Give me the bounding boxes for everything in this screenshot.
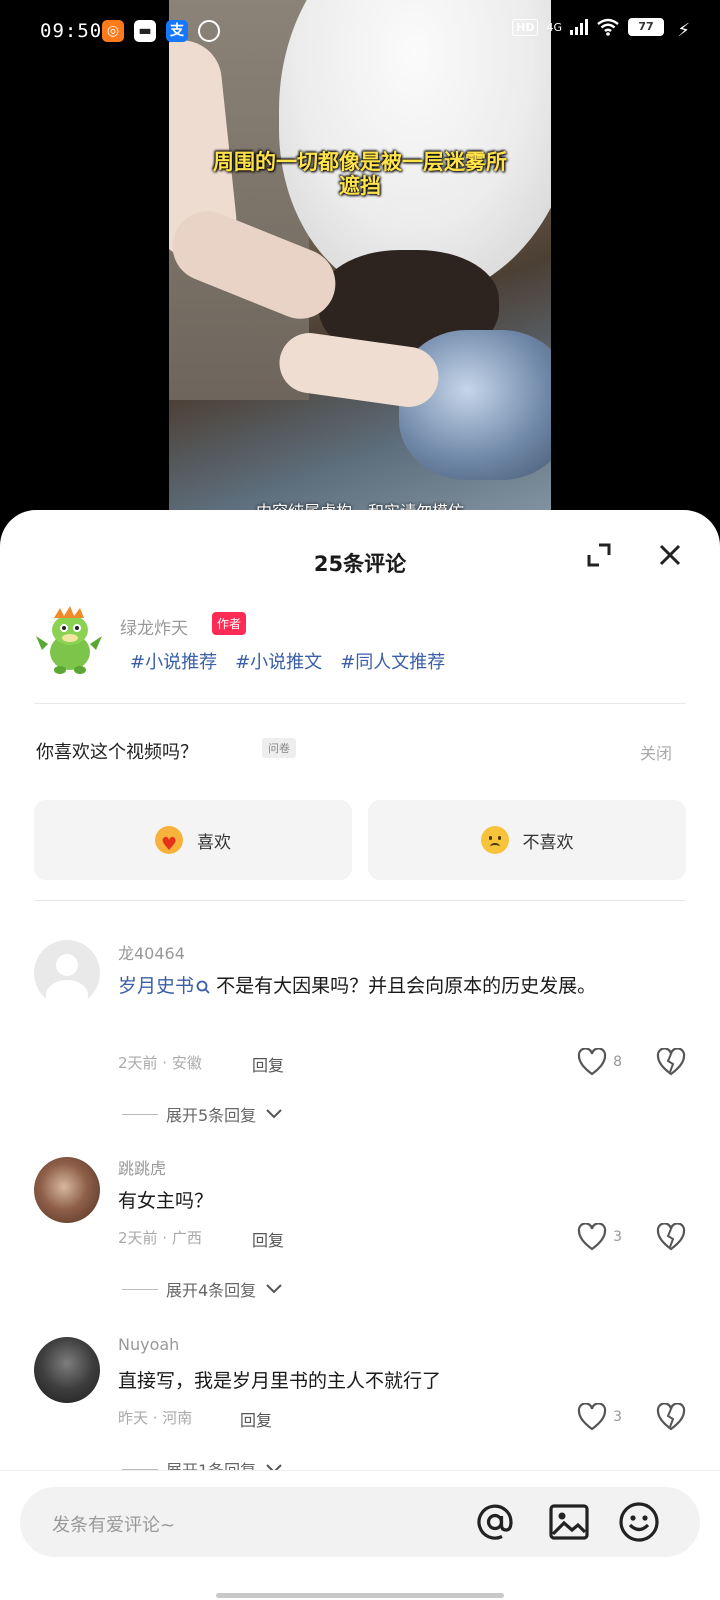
like-button[interactable]: 3 (577, 1223, 622, 1251)
comment-input-placeholder: 发条有爱评论~ (52, 1515, 176, 1536)
search-icon[interactable] (196, 980, 210, 994)
home-indicator[interactable] (216, 1593, 504, 1598)
comment-body: 有女主吗？ (118, 1190, 214, 1212)
comment-item: 龙40464 岁月史书 不是有大因果吗？并且会向原本的历史发展。 2天前 · 安… (34, 940, 686, 1125)
image-icon[interactable] (546, 1499, 592, 1545)
author-post: 绿龙炸天 作者 #小说推荐 #小说推文 #同人文推荐 (34, 600, 686, 700)
comment-meta: 2天前 · 安徽 (118, 1054, 202, 1072)
survey-like-button[interactable]: 喜欢 (34, 800, 352, 880)
broken-heart-icon[interactable] (656, 1223, 686, 1251)
comment-text: 岁月史书 不是有大因果吗？并且会向原本的历史发展。 (118, 966, 680, 1006)
divider-line (122, 1113, 158, 1115)
comment-body: 直接写，我是岁月里书的主人不就行了 (118, 1370, 442, 1392)
broken-heart-icon[interactable] (656, 1403, 686, 1431)
comment-item: 跳跳虎 有女主吗？ 2天前 · 广西 回复 3 展开4条回复 (34, 1155, 686, 1305)
hashtag-link[interactable]: #同人文推荐 (340, 648, 445, 674)
divider-line (122, 1288, 158, 1290)
at-icon[interactable] (472, 1499, 518, 1545)
comment-input-bar: 发条有爱评论~ (0, 1470, 720, 1600)
comment-body: 不是有大因果吗？并且会向原本的历史发展。 (216, 975, 597, 997)
video-caption: 周围的一切都像是被一层迷雾所遮挡 (213, 150, 507, 198)
comment-username[interactable]: 跳跳虎 (118, 1155, 166, 1179)
love-emoji-icon (155, 826, 183, 855)
survey-dislike-button[interactable]: 不喜欢 (368, 800, 686, 880)
survey-dislike-label: 不喜欢 (522, 832, 574, 853)
survey-like-label: 喜欢 (197, 832, 231, 853)
divider (34, 703, 686, 704)
hashtag-list: #小说推荐 #小说推文 #同人文推荐 (130, 648, 445, 674)
avatar[interactable] (34, 1157, 100, 1223)
author-name[interactable]: 绿龙炸天 (120, 614, 188, 639)
like-count: 3 (613, 1229, 622, 1245)
alipay-notification-icon: 支 (166, 20, 188, 42)
heart-icon (577, 1403, 607, 1431)
hashtag-link[interactable]: #小说推文 (235, 648, 322, 674)
like-count: 8 (613, 1054, 622, 1070)
survey-close-button[interactable]: 关闭 (640, 740, 672, 764)
network-label: 4G (546, 20, 562, 34)
video-frame[interactable]: 周围的一切都像是被一层迷雾所遮挡 内容纯属虚构，和实请勿模仿 (169, 0, 551, 520)
app-notification-icon: ◎ (102, 20, 124, 42)
chevron-down-icon (266, 1109, 282, 1119)
message-notification-icon: ▬ (134, 20, 156, 42)
reply-button[interactable]: 回复 (240, 1407, 272, 1431)
status-indicators: HD 4G 77 (512, 18, 664, 36)
close-icon[interactable] (655, 540, 685, 570)
expand-replies-button[interactable]: 展开4条回复 (122, 1277, 284, 1301)
mention-link[interactable]: 岁月史书 (118, 975, 194, 997)
comment-item: Nuyoah 直接写，我是岁月里书的主人不就行了 昨天 · 河南 回复 3 展开… (34, 1335, 686, 1485)
expand-replies-label: 展开4条回复 (166, 1281, 257, 1300)
expand-icon[interactable] (584, 540, 614, 570)
notification-icons: ◎ ▬ 支 (102, 20, 220, 42)
avatar[interactable] (34, 1337, 100, 1403)
comments-sheet: 25条评论 绿龙炸天 作者 #小说推荐 #小说推文 #同人文推荐 你喜欢这个视频… (0, 510, 720, 1600)
avatar[interactable] (34, 940, 100, 1006)
app-notification-icon (198, 20, 220, 42)
broken-heart-icon[interactable] (656, 1048, 686, 1076)
battery-icon: 77 (628, 18, 664, 36)
like-button[interactable]: 8 (577, 1048, 622, 1076)
divider (34, 900, 686, 901)
comment-input[interactable]: 发条有爱评论~ (20, 1487, 700, 1557)
comment-username[interactable]: Nuyoah (118, 1335, 179, 1354)
dragon-avatar[interactable] (34, 604, 104, 676)
video-player[interactable]: 周围的一切都像是被一层迷雾所遮挡 内容纯属虚构，和实请勿模仿 (0, 0, 720, 520)
status-bar: 09:50 ◎ ▬ 支 HD 4G 77 ⚡ (0, 0, 720, 64)
comment-text: 直接写，我是岁月里书的主人不就行了 (118, 1361, 680, 1401)
author-badge: 作者 (212, 612, 247, 635)
hd-icon: HD (512, 18, 539, 36)
survey-tag: 问卷 (262, 738, 296, 758)
survey-question: 你喜欢这个视频吗？ (36, 742, 198, 763)
emoji-icon[interactable] (616, 1499, 662, 1545)
like-button[interactable]: 3 (577, 1403, 622, 1431)
expand-replies-button[interactable]: 展开5条回复 (122, 1102, 284, 1126)
comment-username[interactable]: 龙40464 (118, 940, 185, 964)
like-count: 3 (613, 1409, 622, 1425)
status-time: 09:50 (40, 20, 103, 42)
reply-button[interactable]: 回复 (252, 1227, 284, 1251)
wifi-icon (597, 18, 619, 36)
signal-icon (570, 19, 588, 35)
comment-text: 有女主吗？ (118, 1181, 680, 1221)
sad-emoji-icon (480, 826, 509, 854)
chevron-down-icon (266, 1284, 282, 1294)
heart-icon (577, 1223, 607, 1251)
comment-meta: 2天前 · 广西 (118, 1229, 202, 1247)
heart-icon (577, 1048, 607, 1076)
reply-button[interactable]: 回复 (252, 1052, 284, 1076)
hashtag-link[interactable]: #小说推荐 (130, 648, 217, 674)
expand-replies-label: 展开5条回复 (166, 1106, 257, 1125)
charging-icon: ⚡ (677, 20, 690, 41)
comment-meta: 昨天 · 河南 (118, 1409, 193, 1427)
